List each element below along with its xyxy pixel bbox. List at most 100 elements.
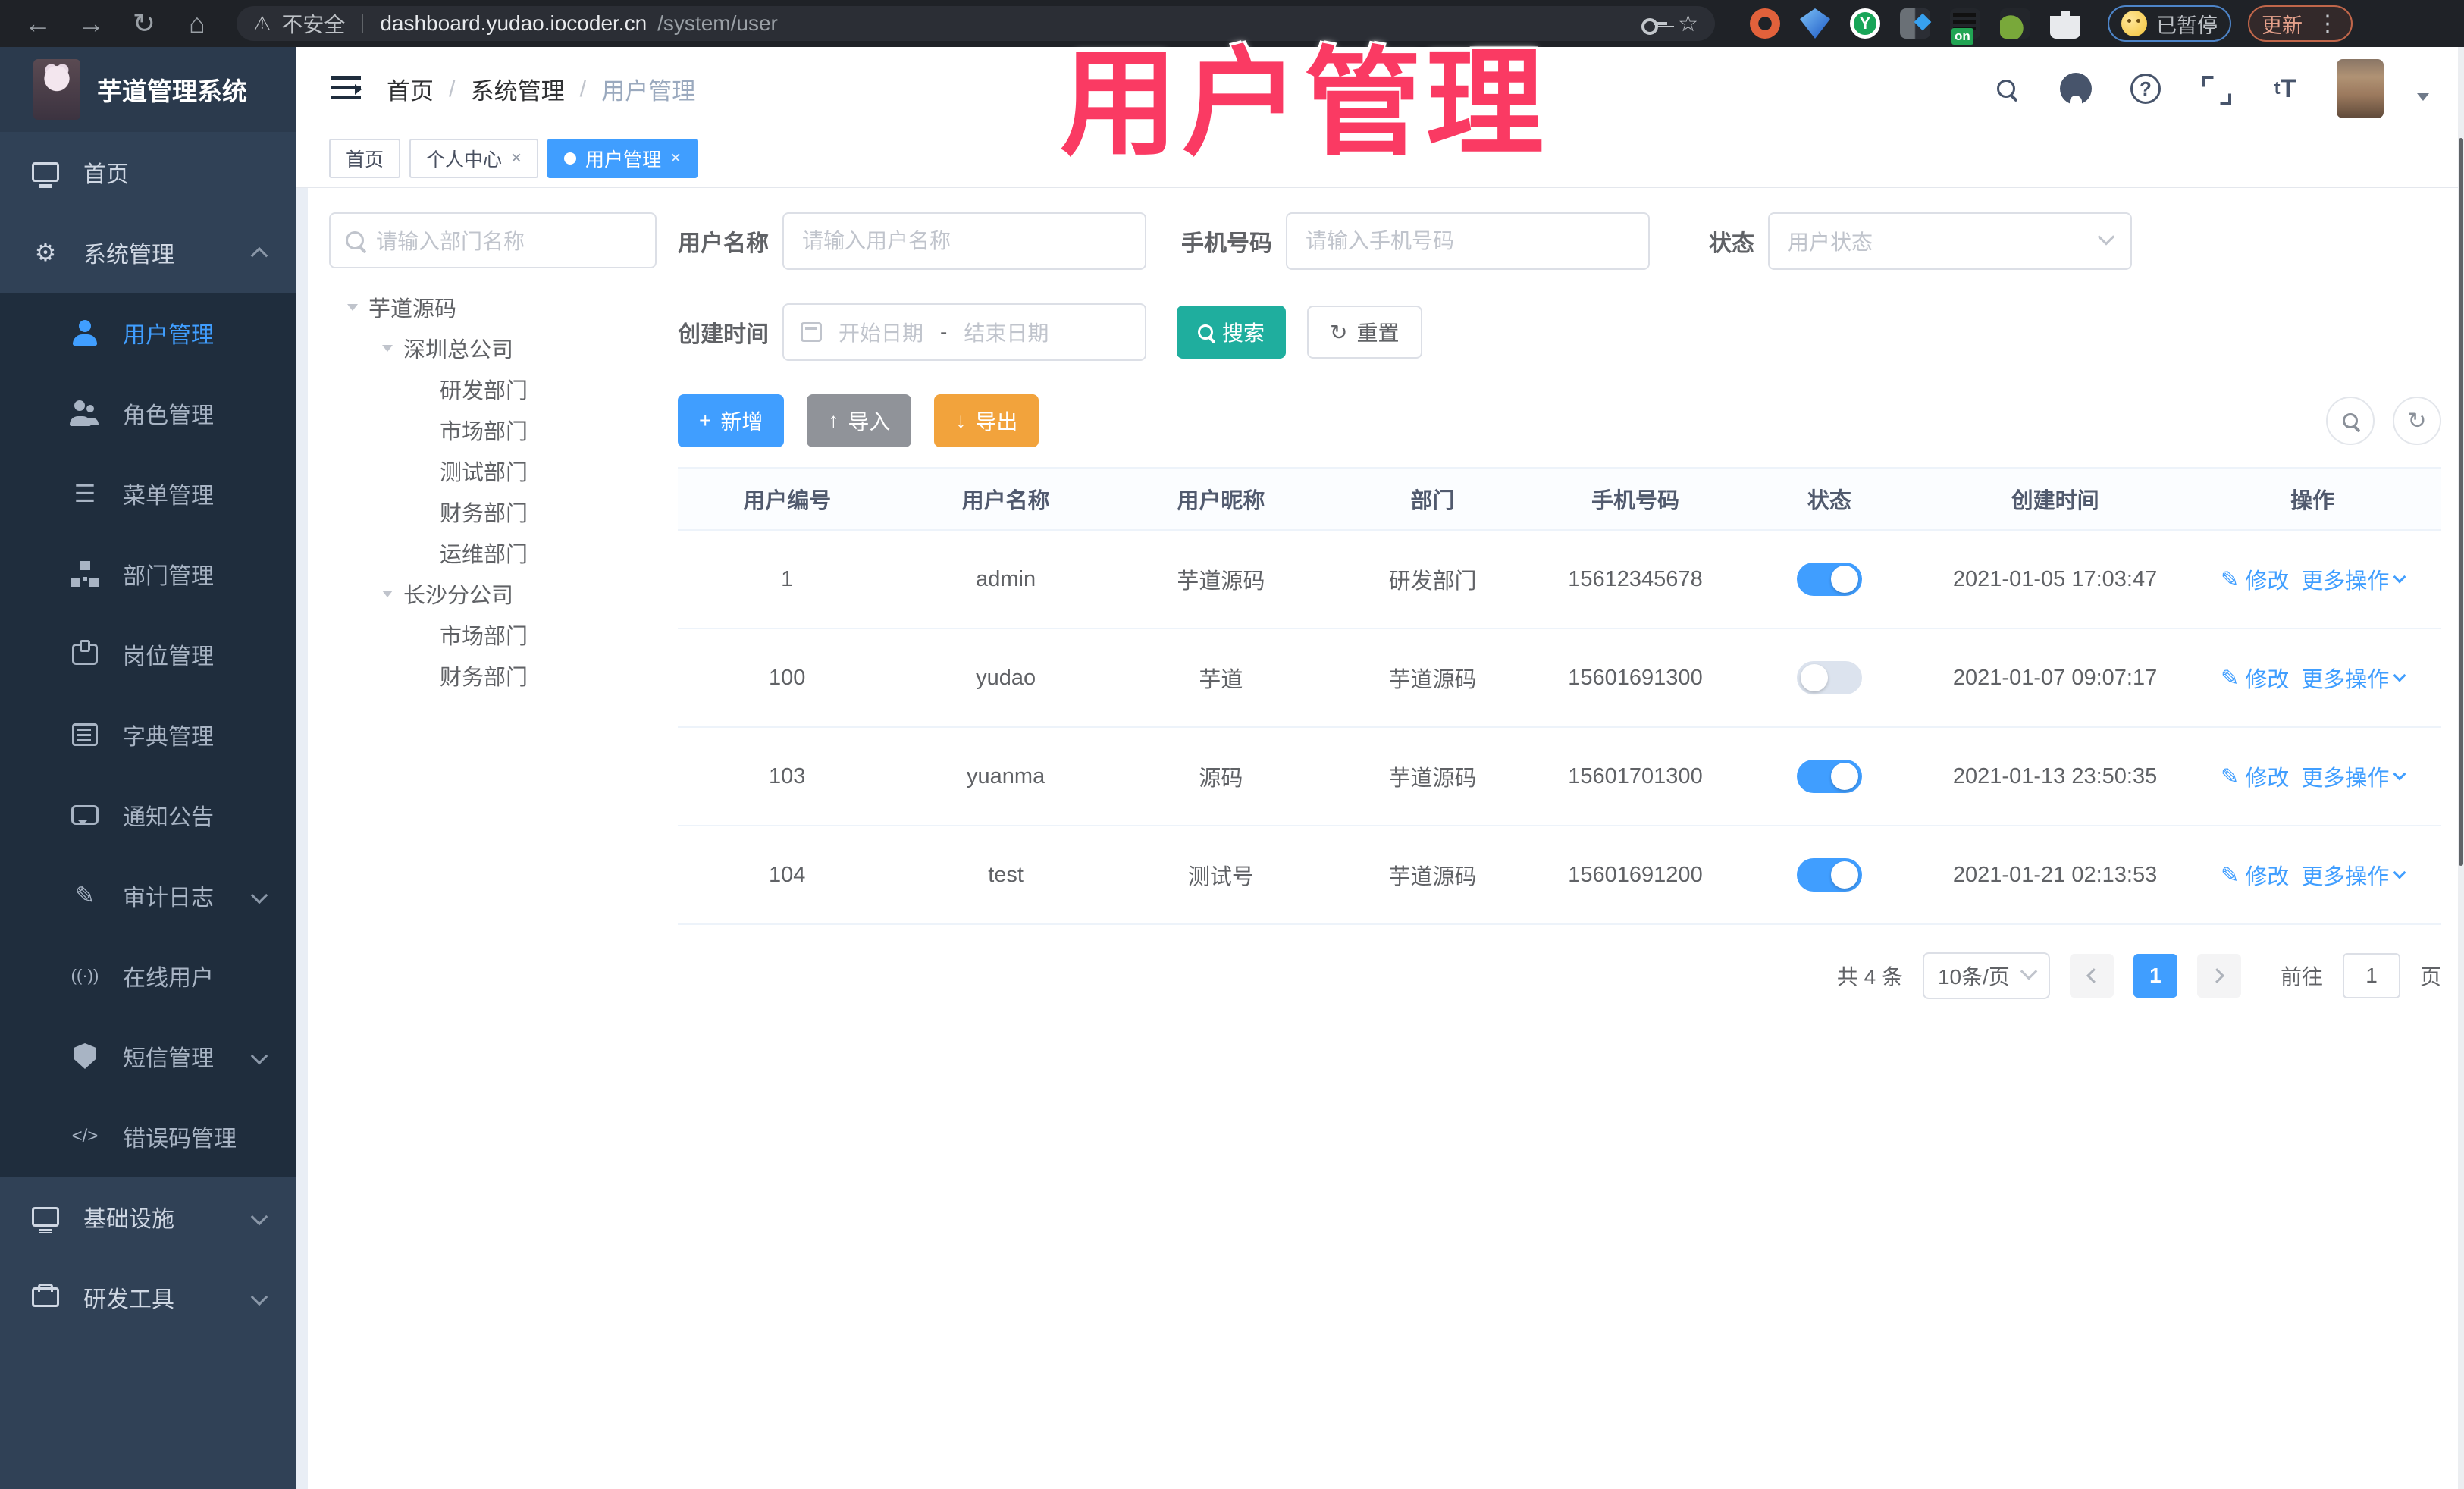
search-icon[interactable] xyxy=(1988,71,2024,107)
reset-button[interactable]: ↻ 重置 xyxy=(1307,306,1422,359)
sidebar-item-online-users[interactable]: ((·)) 在线用户 xyxy=(0,936,296,1016)
tree-node[interactable]: 市场部门 xyxy=(329,614,664,655)
github-icon[interactable] xyxy=(2058,71,2094,107)
more-actions-link[interactable]: 更多操作 xyxy=(2301,859,2406,891)
tree-node[interactable]: 研发部门 xyxy=(329,368,664,409)
page-number-1[interactable]: 1 xyxy=(2133,954,2177,998)
edit-link[interactable]: ✎ 修改 xyxy=(2221,563,2289,595)
scrollbar-thumb[interactable] xyxy=(2459,138,2463,866)
sidebar-item-infrastructure[interactable]: 基础设施 xyxy=(0,1177,296,1257)
sidebar-item-notice[interactable]: 通知公告 xyxy=(0,775,296,855)
prev-page-button[interactable] xyxy=(2069,954,2114,998)
edit-link[interactable]: ✎ 修改 xyxy=(2221,859,2289,891)
tab-profile[interactable]: 个人中心 × xyxy=(409,139,539,178)
sidebar-item-dict[interactable]: 字典管理 xyxy=(0,694,296,775)
toggle-search-button[interactable] xyxy=(2326,397,2375,445)
tree-node[interactable]: 深圳总公司 xyxy=(329,328,664,368)
more-actions-link[interactable]: 更多操作 xyxy=(2301,662,2406,694)
status-toggle[interactable] xyxy=(1796,760,1862,793)
next-page-button[interactable] xyxy=(2196,954,2241,998)
help-icon[interactable]: ? xyxy=(2127,71,2164,107)
badge-icon xyxy=(70,639,100,669)
address-bar[interactable]: ⚠ 不安全 dashboard.yudao.iocoder.cn/system/… xyxy=(237,6,1715,41)
forward-icon[interactable]: → xyxy=(67,5,115,42)
date-range-picker[interactable]: 开始日期 - 结束日期 xyxy=(782,303,1146,361)
page-scrollbar[interactable] xyxy=(2458,47,2464,1489)
goto-page-input[interactable] xyxy=(2342,953,2400,998)
tree-node[interactable]: 市场部门 xyxy=(329,409,664,450)
user-avatar[interactable] xyxy=(2337,59,2384,118)
sidebar-menu: 首页 ⚙ 系统管理 用户管理 角色管理 ☰ 菜单管理 部门管理 岗位管理 字典管… xyxy=(0,132,296,1489)
app-logo[interactable]: 芋道管理系统 xyxy=(0,47,296,132)
breadcrumb-home[interactable]: 首页 xyxy=(387,72,434,106)
tab-user-management[interactable]: 用户管理 × xyxy=(547,139,698,178)
sidebar-collapse-icon[interactable] xyxy=(331,76,362,102)
breadcrumb-system[interactable]: 系统管理 xyxy=(471,72,565,106)
caret-down-icon[interactable] xyxy=(347,304,358,316)
more-actions-link[interactable]: 更多操作 xyxy=(2301,760,2406,792)
avatar-caret-icon[interactable] xyxy=(2417,93,2429,107)
tree-node[interactable]: 长沙分公司 xyxy=(329,573,664,614)
username-input[interactable] xyxy=(782,212,1146,270)
security-label[interactable]: 不安全 xyxy=(281,8,345,39)
browser-menu-kebab-icon[interactable]: ⋮ xyxy=(2316,11,2339,37)
tree-node[interactable]: 财务部门 xyxy=(329,655,664,696)
sidebar-item-error-codes[interactable]: </> 错误码管理 xyxy=(0,1096,296,1177)
font-size-icon[interactable]: tT xyxy=(2267,71,2303,107)
sidebar-item-sms[interactable]: 短信管理 xyxy=(0,1016,296,1096)
extension-tray: Y on xyxy=(1750,8,2080,45)
refresh-table-button[interactable]: ↻ xyxy=(2393,397,2441,445)
status-toggle[interactable] xyxy=(1796,858,1862,892)
sidebar-item-roles[interactable]: 角色管理 xyxy=(0,373,296,453)
import-button[interactable]: ↑ 导入 xyxy=(807,394,912,447)
tree-node[interactable]: 运维部门 xyxy=(329,532,664,573)
sidebar-item-system[interactable]: ⚙ 系统管理 xyxy=(0,212,296,293)
home-icon[interactable]: ⌂ xyxy=(173,5,221,42)
sidebar-item-dev-tools[interactable]: 研发工具 xyxy=(0,1257,296,1337)
sidebar-item-users[interactable]: 用户管理 xyxy=(0,293,296,373)
department-search-input[interactable]: 请输入部门名称 xyxy=(329,212,657,268)
status-toggle[interactable] xyxy=(1796,563,1862,596)
status-select[interactable]: 用户状态 xyxy=(1768,212,2132,270)
tree-node[interactable]: 测试部门 xyxy=(329,450,664,491)
extension-grid-icon[interactable] xyxy=(1900,8,1930,39)
caret-down-icon[interactable] xyxy=(382,591,393,603)
more-actions-link[interactable]: 更多操作 xyxy=(2301,563,2406,595)
insecure-warning-icon[interactable]: ⚠ xyxy=(253,12,271,36)
extensions-puzzle-icon[interactable] xyxy=(2050,11,2080,39)
sidebar-item-posts[interactable]: 岗位管理 xyxy=(0,614,296,694)
fullscreen-icon[interactable] xyxy=(2197,71,2234,107)
tree-node[interactable]: 芋道源码 xyxy=(329,287,664,328)
edit-link[interactable]: ✎ 修改 xyxy=(2221,760,2289,792)
tree-node[interactable]: 财务部门 xyxy=(329,491,664,532)
mobile-input[interactable] xyxy=(1286,212,1650,270)
back-icon[interactable]: ← xyxy=(14,5,62,42)
extension-gem-icon[interactable] xyxy=(1800,8,1830,39)
password-key-icon[interactable] xyxy=(1641,18,1668,35)
sidebar-item-home[interactable]: 首页 xyxy=(0,132,296,212)
reload-icon[interactable]: ↻ xyxy=(120,5,168,42)
page-size-select[interactable]: 10条/页 xyxy=(1922,952,2050,999)
bookmark-star-icon[interactable]: ☆ xyxy=(1678,11,1698,37)
browser-profile-chip[interactable]: 已暂停 xyxy=(2108,5,2231,42)
add-user-button[interactable]: + 新增 xyxy=(678,394,785,447)
edit-link[interactable]: ✎ 修改 xyxy=(2221,662,2289,694)
edit-note-icon: ✎ xyxy=(74,882,96,909)
close-icon[interactable]: × xyxy=(670,148,681,169)
status-toggle[interactable] xyxy=(1796,661,1862,694)
extension-switch-icon[interactable]: on xyxy=(1950,8,1980,45)
col-nickname: 用户昵称 xyxy=(1114,467,1327,531)
sidebar-item-menus[interactable]: ☰ 菜单管理 xyxy=(0,453,296,534)
browser-update-chip[interactable]: 更新 ⋮ xyxy=(2248,5,2353,42)
close-icon[interactable]: × xyxy=(511,148,522,169)
caret-down-icon[interactable] xyxy=(382,345,393,357)
update-label[interactable]: 更新 xyxy=(2262,9,2303,39)
export-button[interactable]: ↓ 导出 xyxy=(934,394,1039,447)
extension-orange-icon[interactable] xyxy=(1750,8,1780,39)
search-button[interactable]: 搜索 xyxy=(1177,306,1287,359)
extension-plant-icon[interactable] xyxy=(2000,8,2030,39)
sidebar-item-audit-log[interactable]: ✎ 审计日志 xyxy=(0,855,296,936)
extension-green-icon[interactable]: Y xyxy=(1850,8,1880,39)
sidebar-item-departments[interactable]: 部门管理 xyxy=(0,534,296,614)
tab-home[interactable]: 首页 xyxy=(329,139,401,178)
